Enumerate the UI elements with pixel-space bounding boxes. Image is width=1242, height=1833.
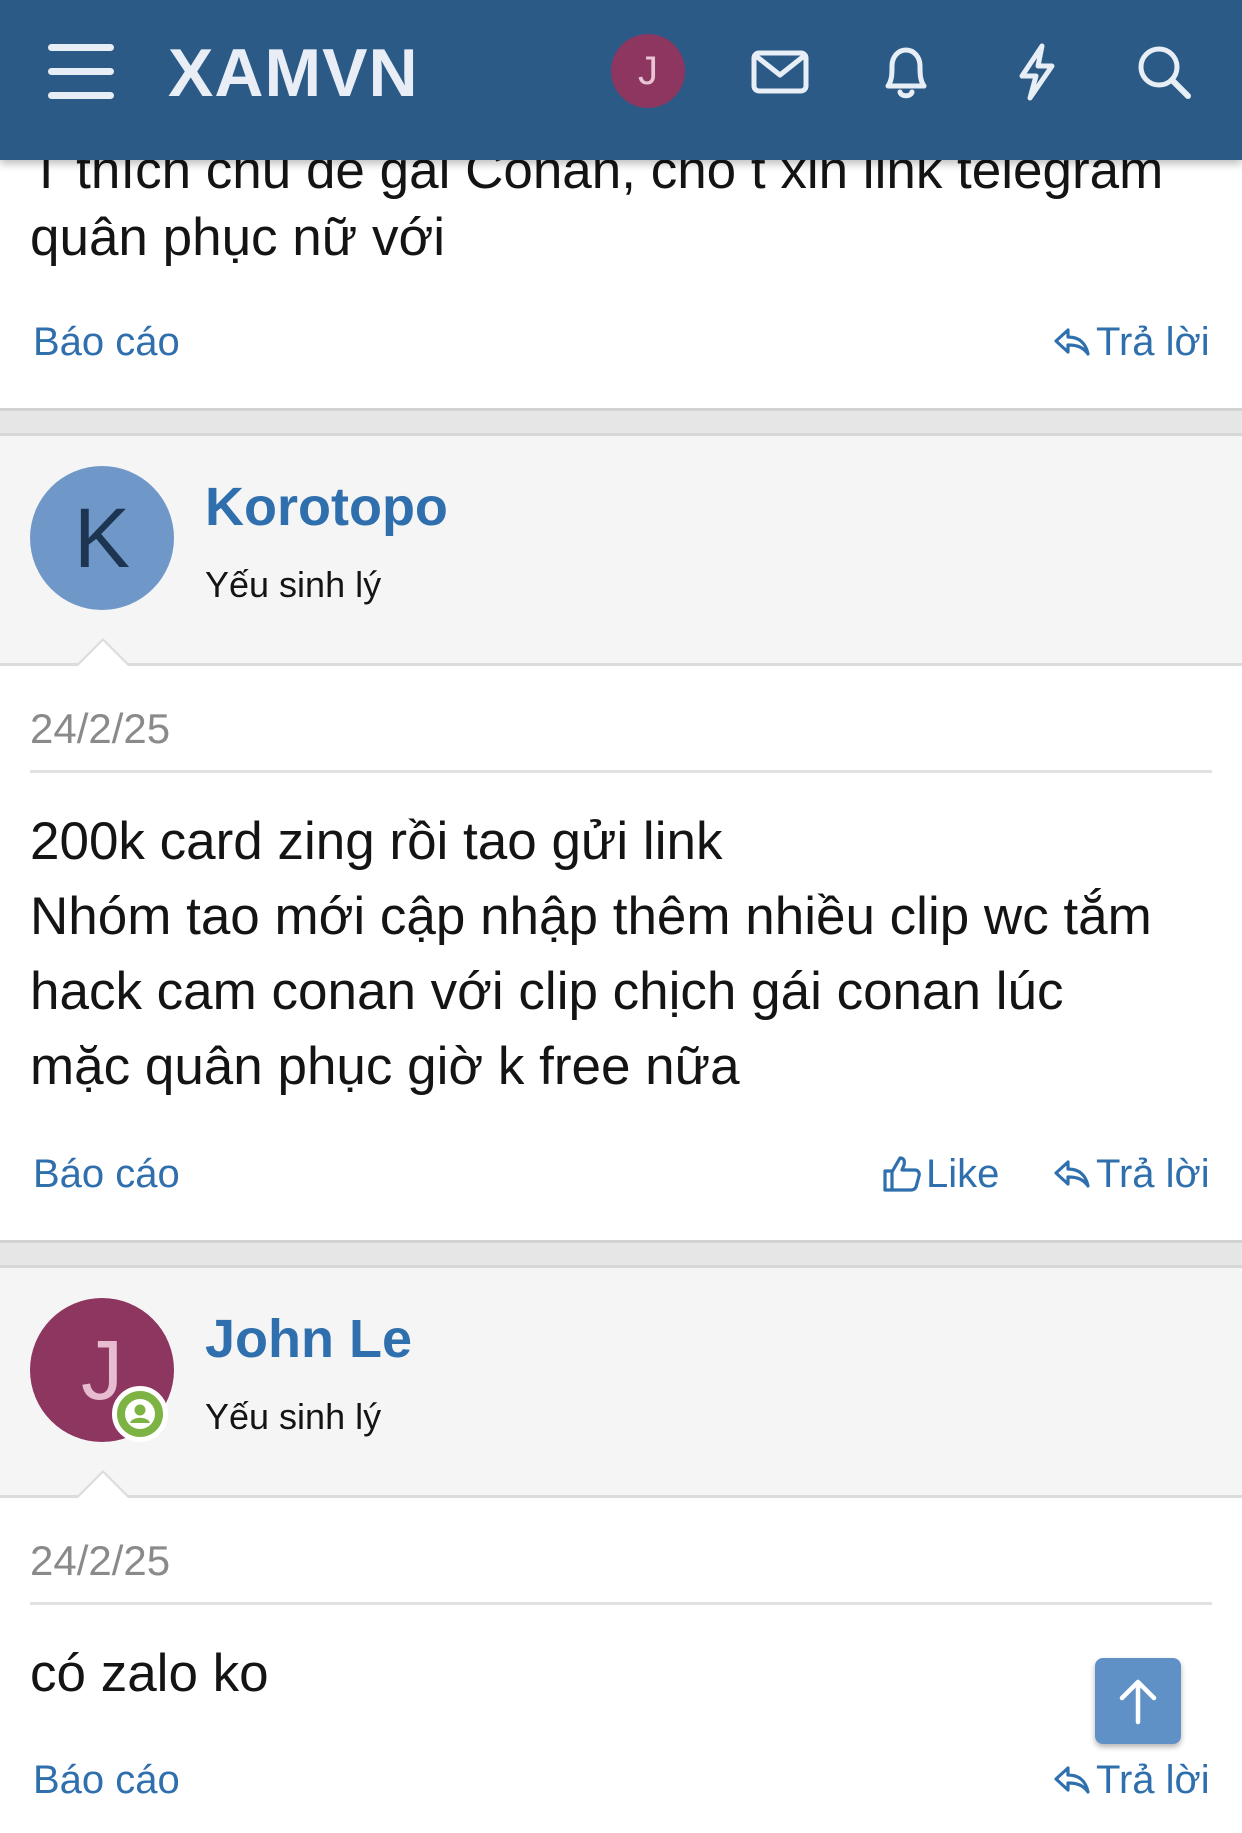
post-body: có zalo ko [30, 1636, 269, 1711]
reply-label: Trả lời [1096, 1758, 1210, 1802]
scroll-to-top-button[interactable] [1095, 1658, 1181, 1744]
username[interactable]: Korotopo [205, 476, 448, 538]
post-author-panel: J John Le Yếu sinh lý [0, 1268, 1242, 1498]
panel-pointer [75, 1470, 131, 1498]
site-logo[interactable]: XAMVN [168, 34, 419, 112]
post-date[interactable]: 24/2/25 [30, 1537, 170, 1585]
reply-button[interactable]: Trả lời [1050, 1150, 1210, 1198]
search-icon[interactable] [1132, 40, 1196, 104]
post-body: 200k card zing rồi tao gửi link Nhóm tao… [30, 804, 1152, 1104]
report-link[interactable]: Báo cáo [33, 318, 180, 366]
post-body-line: Nhóm tao mới cập nhập thêm nhiều clip wc… [30, 887, 1152, 946]
post-body-line: có zalo ko [30, 1644, 269, 1703]
post-body-line: 200k card zing rồi tao gửi link [30, 812, 723, 871]
reply-arrow-icon [1054, 328, 1090, 356]
like-button[interactable]: Like [880, 1150, 999, 1198]
reply-arrow-icon [1054, 1766, 1090, 1794]
post-separator [0, 408, 1242, 436]
reply-button[interactable]: Trả lời [1050, 1756, 1210, 1804]
top-navigation-bar: XAMVN J [0, 0, 1242, 160]
reply-button[interactable]: Trả lời [1050, 318, 1210, 366]
user-title: Yếu sinh lý [205, 1396, 382, 1437]
username[interactable]: John Le [205, 1308, 412, 1370]
lightning-icon[interactable] [1004, 40, 1068, 104]
post-separator [0, 1240, 1242, 1268]
menu-icon[interactable] [48, 42, 114, 100]
post-body-line: mặc quân phục giờ k free nữa [30, 1037, 740, 1096]
like-label: Like [926, 1152, 1000, 1196]
reply-label: Trả lời [1096, 320, 1210, 364]
online-status-icon [112, 1386, 168, 1442]
avatar[interactable]: K [30, 466, 174, 610]
divider [30, 770, 1212, 773]
post-body: quân phục nữ với [30, 208, 445, 267]
report-link[interactable]: Báo cáo [33, 1150, 180, 1198]
thumbs-up-icon [883, 1156, 921, 1192]
divider [30, 1602, 1212, 1605]
report-link[interactable]: Báo cáo [33, 1756, 180, 1804]
reply-label: Trả lời [1096, 1152, 1210, 1196]
post-author-panel: K Korotopo Yếu sinh lý [0, 436, 1242, 666]
user-avatar-button[interactable]: J [611, 34, 685, 108]
envelope-icon[interactable] [748, 40, 812, 104]
post-body-line: hack cam conan với clip chịch gái conan … [30, 962, 1064, 1021]
user-title: Yếu sinh lý [205, 564, 382, 605]
arrow-up-icon [1119, 1679, 1157, 1725]
reply-arrow-icon [1054, 1160, 1090, 1188]
panel-pointer [75, 638, 131, 666]
post-date[interactable]: 24/2/25 [30, 705, 170, 753]
bell-icon[interactable] [874, 40, 938, 104]
